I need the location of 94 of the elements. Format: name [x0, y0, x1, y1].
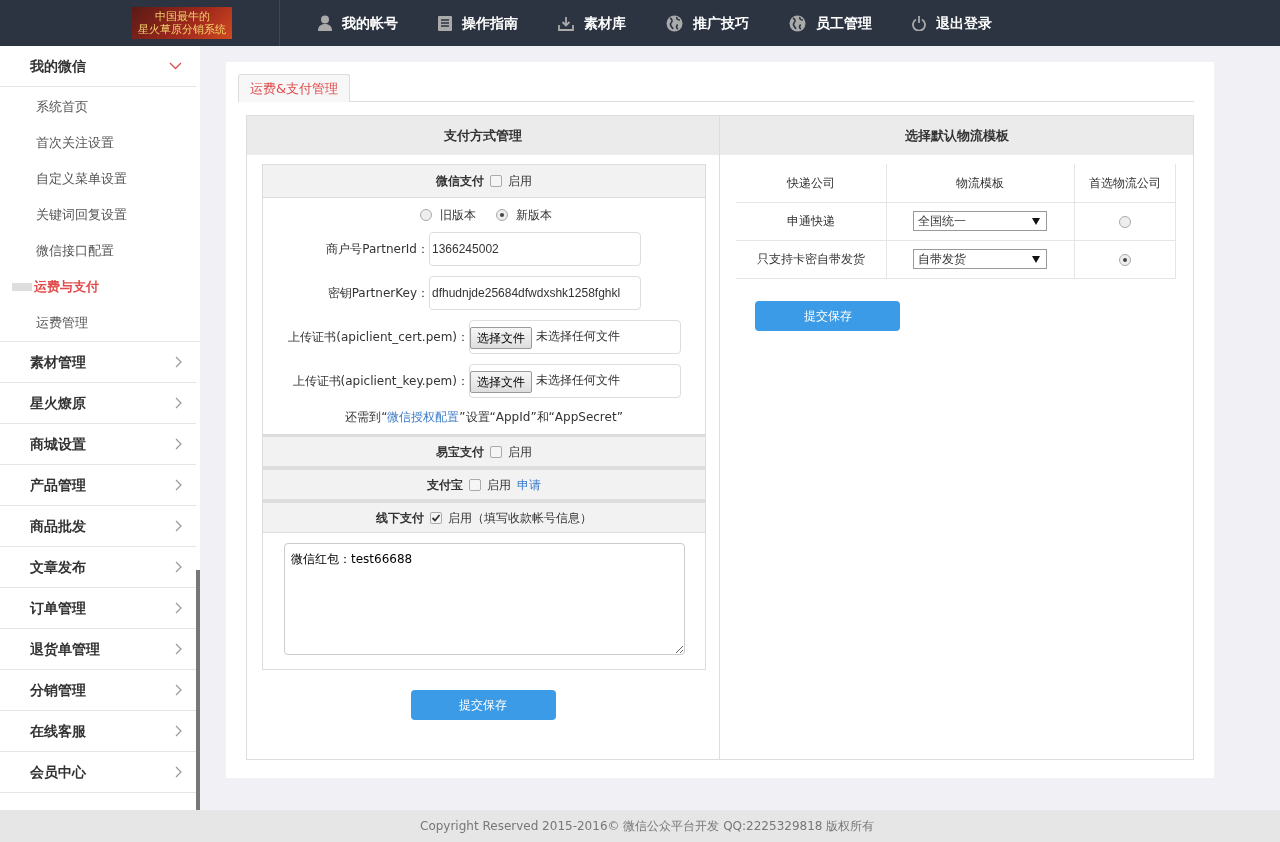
nav-link[interactable]: 员工管理: [789, 12, 872, 34]
section-title: 易宝支付: [436, 443, 484, 461]
chevron-right-icon: [175, 561, 182, 573]
file-status: 未选择任何文件: [536, 328, 620, 345]
download-icon: [558, 15, 574, 31]
chevron-right-icon: [175, 684, 182, 696]
globe-icon: [789, 14, 806, 32]
sidebar-group[interactable]: 在线客服: [0, 711, 196, 752]
chevron-right-icon: [175, 479, 182, 491]
section-header: 选择默认物流模板: [720, 116, 1193, 155]
sidebar-item[interactable]: 系统首页: [0, 89, 196, 125]
column-header: 快递公司: [736, 164, 887, 202]
chevron-right-icon: [175, 643, 182, 655]
radio-button[interactable]: [1118, 253, 1131, 266]
radio-button[interactable]: [420, 209, 432, 221]
sidebar-item[interactable]: 微信接口配置: [0, 233, 196, 269]
nav-link[interactable]: 素材库: [558, 12, 626, 34]
file-field[interactable]: 选择文件 未选择任何文件: [469, 364, 681, 398]
field-label: 上传证书(apiclient_cert.pem)：: [287, 329, 469, 346]
choose-file-button[interactable]: 选择文件: [470, 327, 532, 349]
nav-link[interactable]: 推广技巧: [666, 12, 749, 34]
user-icon: [318, 15, 332, 31]
sidebar-item[interactable]: 运费与支付: [0, 269, 196, 305]
apply-link[interactable]: 申请: [517, 475, 541, 494]
logo-text: 星火草原分销系统: [137, 23, 227, 36]
radio-button[interactable]: [1118, 215, 1131, 228]
scrollbar[interactable]: [196, 570, 200, 810]
checkbox-label: 启用: [508, 173, 532, 190]
chevron-right-icon: [175, 356, 182, 368]
selection-marker: [12, 283, 32, 291]
text-area[interactable]: 微信红包：test66688: [284, 543, 685, 655]
table-cell: 只支持卡密自带发货: [736, 240, 887, 278]
template-select[interactable]: 全国统一: [913, 211, 1048, 231]
sidebar-group[interactable]: 退货单管理: [0, 629, 196, 670]
checkbox[interactable]: [430, 511, 442, 524]
radio-button[interactable]: [496, 209, 508, 221]
checkbox[interactable]: [490, 445, 502, 458]
input-field[interactable]: dfhudnjde25684dfwdxshk1258fghkl: [429, 276, 641, 310]
sidebar-group[interactable]: 产品管理: [0, 465, 196, 506]
input-field[interactable]: 1366245002: [429, 232, 641, 266]
radio-label: 新版本: [516, 207, 552, 224]
sidebar-group[interactable]: 我的微信: [0, 46, 196, 87]
field-label: 上传证书(apiclient_key.pem)：: [291, 373, 469, 390]
tab[interactable]: 运费&支付管理: [238, 74, 351, 102]
file-field[interactable]: 选择文件 未选择任何文件: [469, 320, 681, 354]
globe-icon: [666, 14, 683, 32]
dropdown-arrow-icon: [1032, 255, 1041, 263]
chevron-right-icon: [175, 602, 182, 614]
sidebar-item[interactable]: 关键词回复设置: [0, 197, 196, 233]
chevron-right-icon: [175, 397, 182, 409]
table-cell: 申通快递: [736, 202, 887, 240]
logo-text: 中国最牛的: [153, 10, 211, 23]
copyright-text: Copyright Reserved 2015-2016© 微信公众平台开发 QQ:2225329818 版权所有: [420, 818, 875, 835]
checkbox-label: 启用: [487, 476, 511, 494]
template-select[interactable]: 自带发货: [913, 249, 1048, 269]
sidebar-group[interactable]: 商品批发: [0, 506, 196, 547]
checkbox[interactable]: [469, 478, 481, 491]
sidebar-item[interactable]: 自定义菜单设置: [0, 161, 196, 197]
chevron-right-icon: [175, 438, 182, 450]
radio-label: 旧版本: [440, 207, 476, 224]
chevron-right-icon: [175, 520, 182, 532]
sidebar-item[interactable]: 运费管理: [0, 305, 196, 341]
sidebar-group[interactable]: 文章发布: [0, 547, 196, 588]
sidebar-group[interactable]: 商城设置: [0, 424, 196, 465]
checkbox-label: 启用: [508, 443, 532, 461]
checkbox[interactable]: [490, 175, 502, 187]
nav-link[interactable]: 操作指南: [438, 12, 518, 34]
nav-link[interactable]: 我的帐号: [318, 12, 398, 34]
choose-file-button[interactable]: 选择文件: [470, 371, 532, 393]
sidebar-group[interactable]: 订单管理: [0, 588, 196, 629]
sidebar-group[interactable]: 星火燎原: [0, 383, 196, 424]
sidebar-group[interactable]: 素材管理: [0, 342, 196, 383]
sidebar-item[interactable]: 首次关注设置: [0, 125, 196, 161]
section-header: 支付方式管理: [247, 116, 719, 155]
config-link[interactable]: 微信授权配置: [387, 410, 460, 424]
file-status: 未选择任何文件: [536, 372, 620, 389]
column-header: 首选物流公司: [1074, 164, 1176, 202]
section-title: 线下支付: [376, 509, 424, 527]
chevron-down-icon: [169, 62, 182, 70]
checkbox-label: 启用（填写收款帐号信息）: [448, 509, 592, 527]
chevron-right-icon: [175, 766, 182, 778]
chevron-right-icon: [175, 725, 182, 737]
column-header: 物流模板: [886, 164, 1075, 202]
section-title: 微信支付: [436, 173, 484, 190]
sidebar-group[interactable]: 会员中心: [0, 752, 196, 793]
section-title: 支付宝: [427, 476, 463, 494]
power-icon: [912, 15, 926, 31]
document-icon: [438, 15, 452, 31]
field-label: 密钥PartnerKey：: [326, 285, 429, 302]
sidebar-group[interactable]: 分销管理: [0, 670, 196, 711]
dropdown-arrow-icon: [1032, 217, 1041, 225]
field-label: 商户号PartnerId：: [325, 241, 429, 258]
nav-link[interactable]: 退出登录: [912, 12, 992, 34]
help-note: 还需到“微信授权配置”设置“AppId”和“AppSecret”: [344, 409, 624, 426]
